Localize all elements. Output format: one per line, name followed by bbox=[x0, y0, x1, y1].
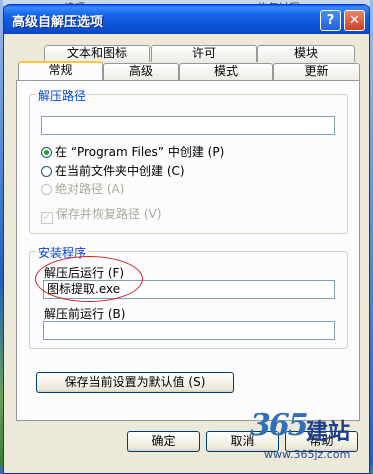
radio-program-files-label: 在 “Program Files” 中创建 (P) bbox=[55, 145, 225, 159]
tab-update[interactable]: 更新 bbox=[273, 63, 360, 80]
watermark-number: 365 bbox=[250, 408, 309, 443]
radio-current-folder-label: 在当前文件夹中创建 (C) bbox=[55, 164, 185, 178]
tab-text-and-icon[interactable]: 文本和图标 bbox=[44, 45, 150, 62]
ok-button[interactable]: 确定 bbox=[127, 431, 200, 452]
radio-absolute-path-label: 绝对路径 (A) bbox=[55, 182, 125, 196]
help-icon[interactable]: ? bbox=[320, 10, 341, 31]
radio-absolute-path-indicator bbox=[41, 184, 52, 195]
radio-absolute-path: 绝对路径 (A) bbox=[41, 181, 124, 197]
watermark-logo: 365 建站 www.365jz.com bbox=[250, 408, 373, 466]
advanced-sfx-options-dialog: 高级自解压选项 ? ✕ 文本和图标 许可 模块 常规 高级 模式 更新 解压路径… bbox=[3, 4, 370, 474]
watermark-brand: 建站 bbox=[306, 420, 351, 445]
highlight-ellipse bbox=[35, 256, 143, 302]
radio-current-folder-indicator[interactable] bbox=[41, 166, 52, 177]
run-before-extract-input[interactable] bbox=[43, 321, 335, 340]
checkmark-icon: ✓ bbox=[41, 212, 53, 224]
extract-path-group-title: 解压路径 bbox=[36, 87, 89, 104]
extract-path-input[interactable] bbox=[41, 116, 335, 135]
save-restore-path-label: 保存并恢复路径 (V) bbox=[56, 207, 162, 221]
radio-program-files[interactable]: 在 “Program Files” 中创建 (P) bbox=[41, 144, 224, 160]
watermark-url: www.365jz.com bbox=[264, 448, 351, 461]
tab-license[interactable]: 许可 bbox=[151, 45, 257, 62]
window-title: 高级自解压选项 bbox=[12, 15, 104, 30]
run-before-extract-label: 解压前运行 (B) bbox=[44, 307, 126, 321]
tab-advanced[interactable]: 高级 bbox=[103, 63, 179, 80]
radio-current-folder[interactable]: 在当前文件夹中创建 (C) bbox=[41, 163, 185, 179]
close-icon[interactable]: ✕ bbox=[344, 10, 365, 31]
checkbox-save-restore-path: ✓ 保存并恢复路径 (V) bbox=[41, 206, 162, 224]
tab-mode[interactable]: 模式 bbox=[179, 63, 273, 80]
title-bar[interactable]: 高级自解压选项 ? ✕ bbox=[4, 5, 369, 34]
tab-general[interactable]: 常规 bbox=[18, 61, 103, 80]
tab-panel-general: 解压路径 在 “Program Files” 中创建 (P) 在当前文件夹中创建… bbox=[16, 80, 360, 421]
tab-modules[interactable]: 模块 bbox=[257, 45, 355, 62]
save-as-default-button[interactable]: 保存当前设置为默认值 (S) bbox=[36, 372, 234, 393]
radio-program-files-indicator[interactable] bbox=[41, 147, 52, 158]
